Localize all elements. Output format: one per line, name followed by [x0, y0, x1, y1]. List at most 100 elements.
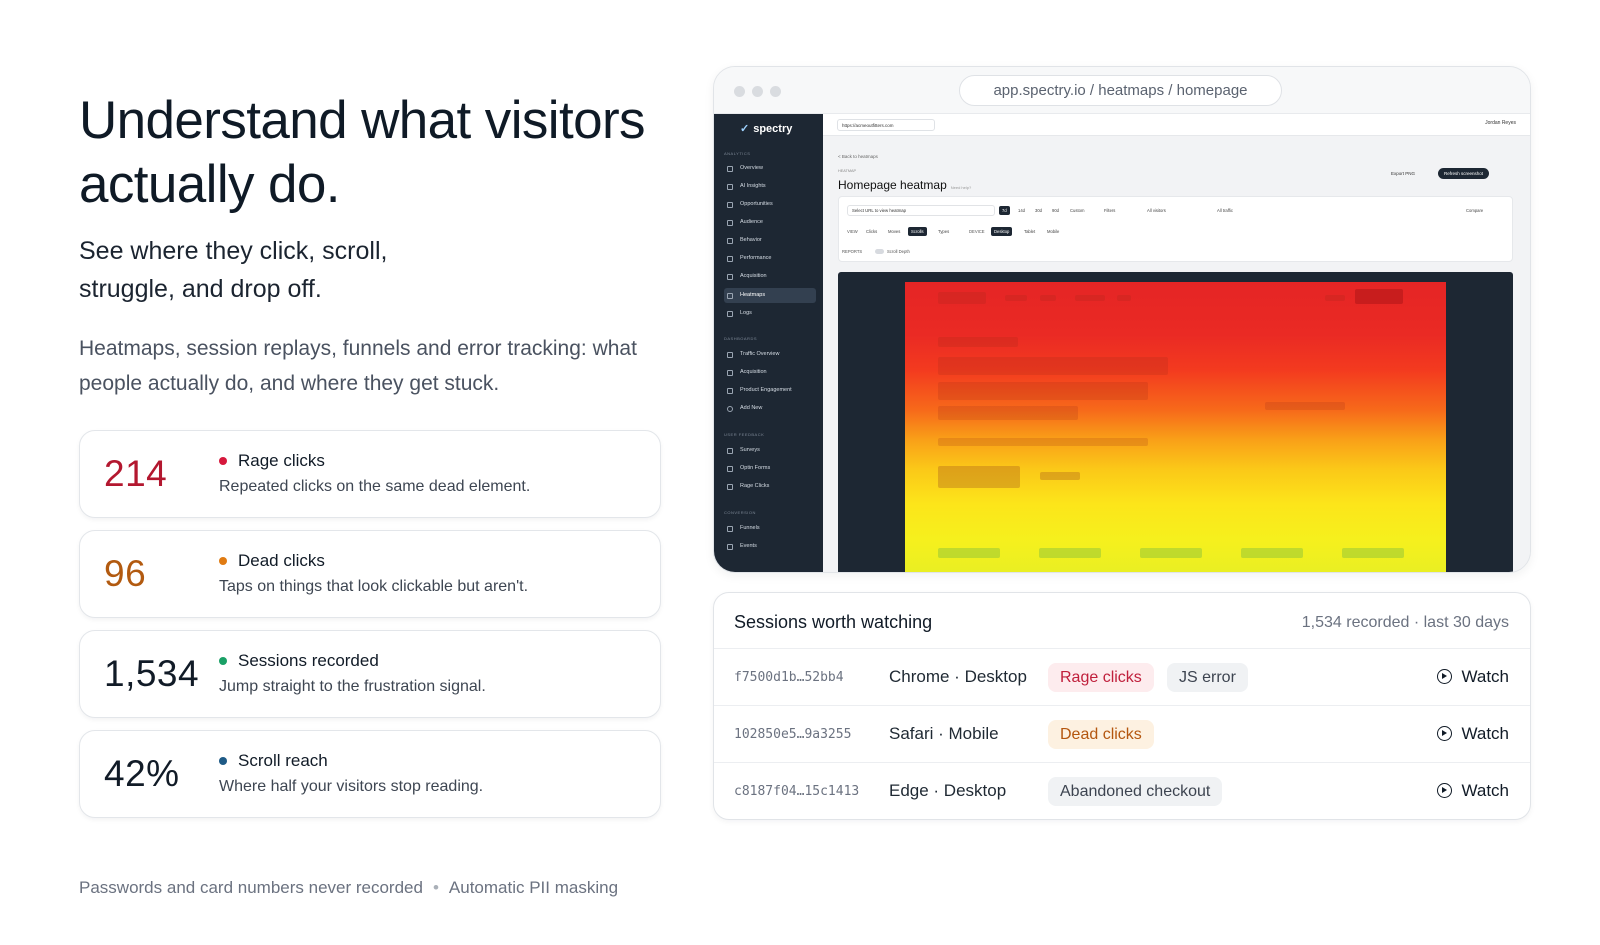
sidebar-item-add-new[interactable]: Add New [724, 401, 816, 416]
types-select[interactable]: Types [935, 227, 952, 236]
window-maximize-dot[interactable] [770, 86, 781, 97]
sidebar-item-product-engagement[interactable]: Product Engagement [724, 383, 816, 398]
sidebar-item-label: Opportunities [740, 201, 773, 207]
sidebar-item-label: Acquisition [740, 273, 767, 279]
sidebar-item-label: Surveys [740, 447, 760, 453]
dashboard-icon [727, 352, 733, 358]
app-topbar: https://acmeoutfitters.com Jordan Reyes [823, 114, 1530, 136]
range-14d[interactable]: 14d [1015, 206, 1028, 215]
traffic-select[interactable]: All traffic [1214, 206, 1236, 215]
ghost-headline [938, 406, 1078, 420]
status-dot [219, 557, 227, 565]
window-close-dot[interactable] [734, 86, 745, 97]
device-mobile[interactable]: Mobile [1044, 227, 1062, 236]
scroll-heatmap[interactable] [905, 282, 1446, 572]
ghost-paragraph [938, 438, 1148, 446]
sidebar-item-behavior[interactable]: Behavior [724, 233, 816, 248]
privacy-note: Passwords and card numbers never recorde… [79, 876, 618, 900]
sidebar-item-events[interactable]: Events [724, 539, 816, 554]
metric-description: Where half your visitors stop reading. [219, 778, 484, 795]
nav-section-analytics: ANALYTICS [724, 151, 751, 156]
dashboard-icon [727, 370, 733, 376]
ghost-logo-strip [1039, 548, 1101, 558]
sidebar-item-opportunities[interactable]: Opportunities [724, 197, 816, 212]
site-selector[interactable]: https://acmeoutfitters.com [837, 119, 935, 131]
sidebar-item-overview[interactable]: Overview [724, 161, 816, 176]
hero-description: Heatmaps, session replays, funnels and e… [79, 337, 637, 395]
sidebar-item-optin-forms[interactable]: Optin Forms [724, 461, 816, 476]
url-select[interactable]: Select URL to view heatmap [847, 205, 995, 216]
sidebar-item-logs[interactable]: Logs [724, 306, 816, 321]
refresh-screenshot-button[interactable]: Refresh screenshot [1438, 168, 1490, 179]
ghost-logo-strip [1241, 548, 1303, 558]
device-tablet[interactable]: Tablet [1021, 227, 1038, 236]
export-png-button[interactable]: Export PNG [1386, 168, 1420, 179]
sidebar-item-label: Behavior [740, 237, 762, 243]
sidebar-item-label: Funnels [740, 525, 760, 531]
browser-toolbar: app.spectry.io / heatmaps / homepage [714, 67, 1530, 114]
range-90d[interactable]: 90d [1049, 206, 1062, 215]
session-id: 102850e5…9a3255 [734, 727, 852, 742]
metric-label: Dead clicks [238, 551, 325, 570]
sidebar-item-performance[interactable]: Performance [724, 251, 816, 266]
sessions-header: Sessions worth watching 1,534 recorded ·… [714, 593, 1530, 649]
cursor-click-icon [727, 484, 733, 490]
sidebar-item-rage-clicks[interactable]: Rage Clicks [724, 479, 816, 494]
window-minimize-dot[interactable] [752, 86, 763, 97]
range-custom[interactable]: Custom [1067, 206, 1087, 215]
app-logo[interactable]: ✓ spectry [740, 122, 792, 135]
visitors-select[interactable]: All visitors [1144, 206, 1169, 215]
sidebar-item-surveys[interactable]: Surveys [724, 443, 816, 458]
sidebar-item-label: Heatmaps [740, 292, 766, 298]
sidebar-item-acquisition[interactable]: Acquisition [724, 269, 816, 284]
sidebar-item-label: Logs [740, 310, 752, 316]
metric-label: Rage clicks [238, 451, 325, 470]
watch-button[interactable]: Watch [1437, 723, 1509, 745]
sidebar-item-label: Add New [740, 405, 763, 411]
metric-value: 1,534 [104, 653, 200, 694]
back-link[interactable]: < Back to heatmaps [838, 154, 878, 159]
metric-value: 42% [104, 753, 180, 794]
help-link[interactable]: Need help? [951, 185, 971, 190]
session-row[interactable]: c8187f04…15c1413 Edge · Desktop Abandone… [714, 763, 1530, 819]
watch-button[interactable]: Watch [1437, 780, 1509, 802]
device-desktop[interactable]: Desktop [991, 227, 1013, 236]
play-circle-icon [1437, 783, 1453, 798]
metric-description: Repeated clicks on the same dead element… [219, 478, 531, 495]
sidebar-item-traffic-overview[interactable]: Traffic Overview [724, 347, 816, 362]
session-row[interactable]: f7500d1b…52bb4 Chrome · Desktop Rage cli… [714, 649, 1530, 706]
session-row[interactable]: 102850e5…9a3255 Safari · Mobile Dead cli… [714, 706, 1530, 763]
range-30d[interactable]: 30d [1032, 206, 1045, 215]
mail-icon [727, 466, 733, 472]
metric-value: 96 [104, 553, 147, 594]
nav-section-conversion: CONVERSION [724, 510, 756, 515]
ghost-nav [1325, 295, 1345, 301]
compare-button[interactable]: Compare [1463, 206, 1486, 215]
metric-description: Jump straight to the frustration signal. [219, 678, 486, 695]
sidebar-item-heatmaps[interactable]: Heatmaps [724, 288, 816, 303]
sessions-card: Sessions worth watching 1,534 recorded ·… [713, 592, 1531, 820]
status-dot [219, 657, 227, 665]
reports-label: REPORTS [842, 249, 863, 254]
user-menu[interactable]: Jordan Reyes [1485, 120, 1516, 126]
watch-button[interactable]: Watch [1437, 666, 1509, 688]
view-clicks[interactable]: Clicks [863, 227, 880, 236]
range-7d[interactable]: 7d [999, 206, 1010, 215]
sidebar-item-acquisition-dashboard[interactable]: Acquisition [724, 365, 816, 380]
metric-label: Sessions recorded [238, 651, 379, 670]
metric-card-scroll-reach: 42% Scroll reach Where half your visitor… [79, 730, 661, 818]
sidebar-item-funnels[interactable]: Funnels [724, 521, 816, 536]
filters-button[interactable]: Filters [1101, 206, 1118, 215]
status-dot [219, 457, 227, 465]
address-bar[interactable]: app.spectry.io / heatmaps / homepage [959, 75, 1282, 106]
sidebar-item-label: Optin Forms [740, 465, 771, 471]
sessions-title: Sessions worth watching [734, 612, 933, 632]
view-moves[interactable]: Moves [885, 227, 903, 236]
sidebar-item-label: Performance [740, 255, 772, 261]
watch-label: Watch [1461, 724, 1509, 743]
sidebar-item-audience[interactable]: Audience [724, 215, 816, 230]
sidebar-item-ai-insights[interactable]: AI Insights [724, 179, 816, 194]
funnel-icon [727, 526, 733, 532]
scroll-depth-toggle[interactable] [875, 249, 884, 254]
view-scrolls[interactable]: Scrolls [908, 227, 927, 236]
